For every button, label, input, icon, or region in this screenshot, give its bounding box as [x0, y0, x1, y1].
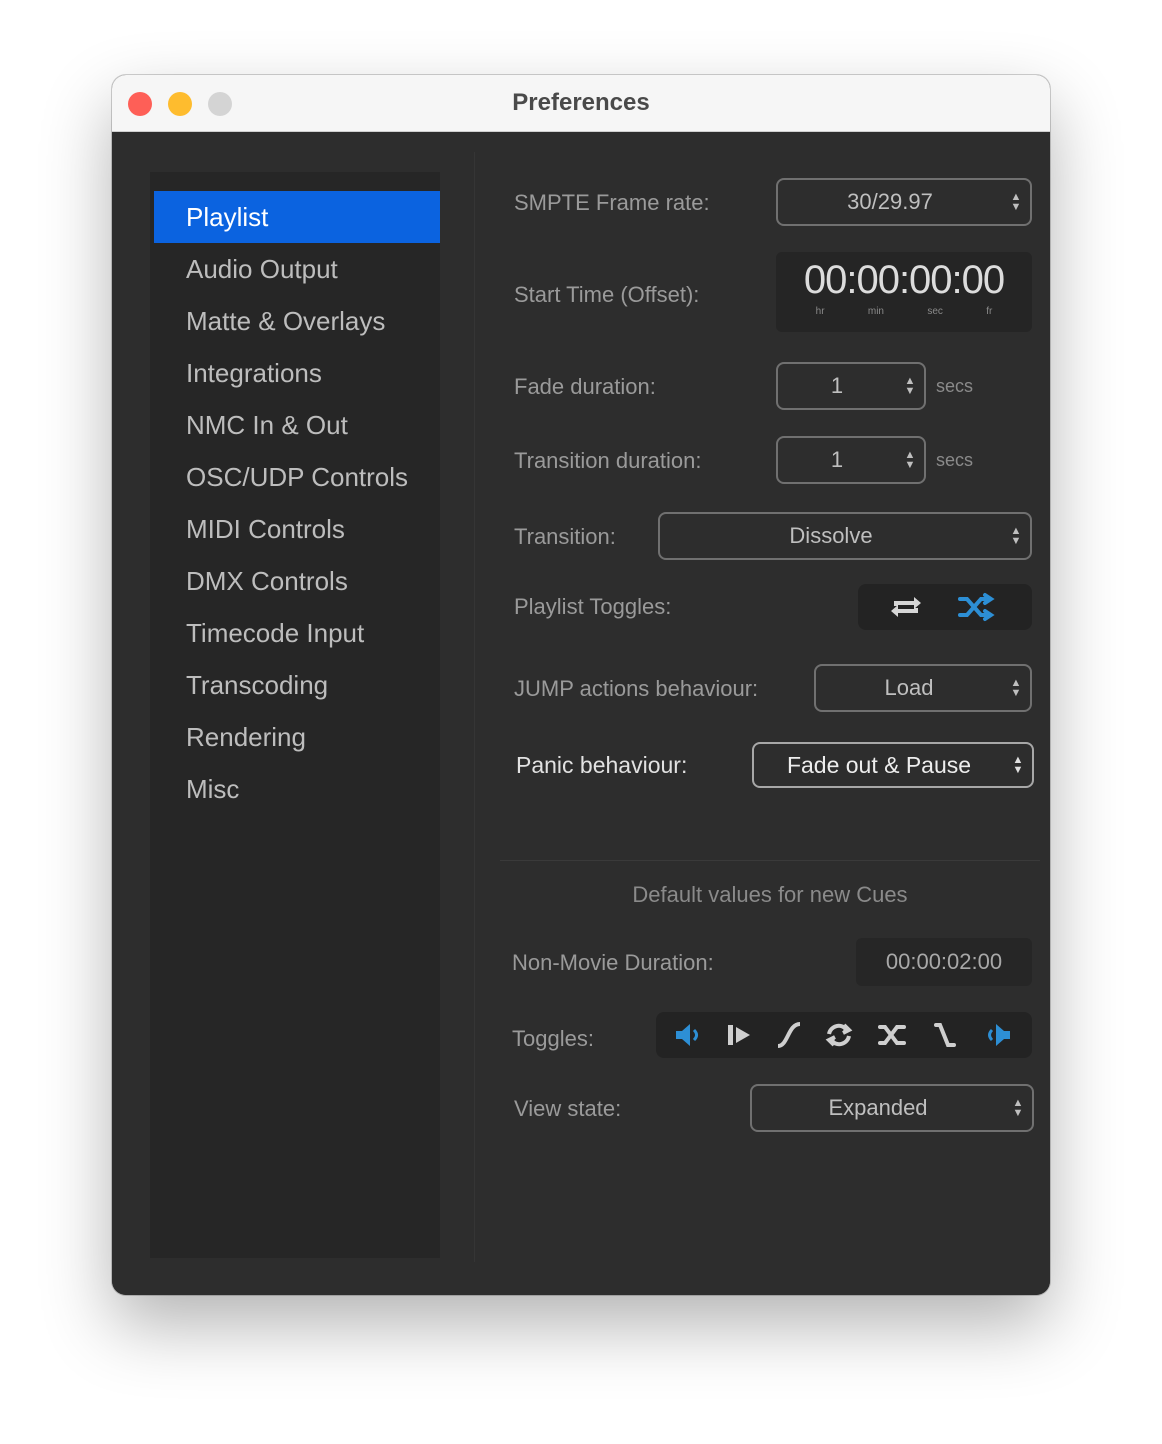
playlist-toggles: [858, 584, 1032, 630]
default-toggles: [656, 1012, 1032, 1058]
sidebar-item-integrations[interactable]: Integrations: [154, 347, 440, 399]
panic-behaviour-value: Fade out & Pause: [786, 751, 972, 778]
fade-duration-label: Fade duration:: [514, 374, 656, 399]
transition-value: Dissolve: [789, 523, 873, 548]
smpte-value: 30/29.97: [847, 189, 933, 214]
start-time-value: 00:00:00:00: [803, 258, 1005, 302]
select-arrows-icon: ▲ ▼: [1012, 754, 1024, 776]
section-divider: [500, 860, 1040, 861]
stepper-arrows-icon[interactable]: ▲ ▼: [904, 450, 916, 471]
sidebar-item-misc[interactable]: Misc: [154, 763, 440, 815]
sidebar-item-nmc[interactable]: NMC In & Out: [154, 399, 440, 451]
fade-duration-stepper[interactable]: 1 ▲ ▼: [776, 362, 926, 410]
select-arrows-icon: ▲ ▼: [1010, 677, 1022, 699]
jump-actions-label: JUMP actions behaviour:: [514, 676, 759, 701]
sidebar-item-playlist[interactable]: Playlist: [154, 191, 440, 243]
window-title: Preferences: [512, 89, 650, 116]
shuffle-icon[interactable]: [944, 584, 1008, 630]
fade-unit: secs: [936, 376, 974, 396]
start-time-field[interactable]: 00:00:00:00 hr min sec fr: [776, 252, 1032, 332]
select-arrows-icon: ▲ ▼: [1012, 1097, 1024, 1119]
panic-behaviour-label: Panic behaviour:: [516, 752, 688, 778]
view-state-select[interactable]: Expanded ▲ ▼: [750, 1084, 1034, 1132]
audio-in-icon[interactable]: [664, 1012, 714, 1058]
sidebar-item-rendering[interactable]: Rendering: [154, 711, 440, 763]
jump-actions-value: Load: [884, 675, 934, 700]
sidebar-item-midi[interactable]: MIDI Controls: [154, 503, 440, 555]
transition-label: Transition:: [514, 524, 616, 549]
select-arrows-icon: ▲ ▼: [1010, 191, 1022, 213]
play-next-icon[interactable]: [714, 1012, 764, 1058]
preferences-sidebar: Playlist Audio Output Matte & Overlays I…: [150, 172, 440, 1258]
view-state-value: Expanded: [828, 1095, 928, 1120]
loop-icon[interactable]: [814, 1012, 864, 1058]
default-toggles-label: Toggles:: [512, 1026, 594, 1051]
timecode-units: hr min sec fr: [794, 306, 1014, 317]
transition-duration-value: 1: [830, 447, 844, 472]
panel-divider: [474, 152, 475, 1262]
jump-icon[interactable]: [920, 1012, 970, 1058]
playlist-toggles-label: Playlist Toggles:: [514, 594, 672, 619]
sidebar-item-osc-udp[interactable]: OSC/UDP Controls: [154, 451, 440, 503]
shuffle-icon[interactable]: [868, 1012, 918, 1058]
sidebar-item-matte-overlays[interactable]: Matte & Overlays: [154, 295, 440, 347]
fade-duration-value: 1: [830, 373, 844, 398]
jump-actions-select[interactable]: Load ▲ ▼: [814, 664, 1032, 712]
loop-icon[interactable]: [874, 584, 938, 630]
stepper-arrows-icon[interactable]: ▲ ▼: [904, 376, 916, 397]
transition-duration-label: Transition duration:: [514, 448, 702, 473]
view-state-label: View state:: [514, 1096, 622, 1121]
non-movie-duration-field[interactable]: 00:00:02:00: [856, 938, 1032, 986]
defaults-section-title: Default values for new Cues: [632, 882, 908, 907]
unit-sec: sec: [927, 306, 943, 317]
transition-select[interactable]: Dissolve ▲ ▼: [658, 512, 1032, 560]
sidebar-item-dmx[interactable]: DMX Controls: [154, 555, 440, 607]
unit-fr: fr: [986, 306, 993, 317]
start-time-label: Start Time (Offset):: [514, 282, 700, 307]
audio-out-icon[interactable]: [972, 1012, 1022, 1058]
unit-min: min: [867, 306, 884, 317]
sidebar-item-timecode-input[interactable]: Timecode Input: [154, 607, 440, 659]
unit-hr: hr: [815, 306, 825, 317]
non-movie-duration-label: Non-Movie Duration:: [512, 950, 714, 975]
preferences-window: Preferences Playlist Audio Output Matte …: [112, 75, 1050, 1295]
transition-duration-unit: secs: [936, 450, 974, 470]
smpte-label: SMPTE Frame rate:: [514, 190, 710, 215]
preferences-content: Playlist Audio Output Matte & Overlays I…: [112, 132, 1050, 1295]
sidebar-item-audio-output[interactable]: Audio Output: [154, 243, 440, 295]
sidebar-item-transcoding[interactable]: Transcoding: [154, 659, 440, 711]
select-arrows-icon: ▲ ▼: [1010, 525, 1022, 547]
panic-behaviour-select[interactable]: Fade out & Pause ▲ ▼: [752, 742, 1034, 788]
smpte-select[interactable]: 30/29.97 ▲ ▼: [776, 178, 1032, 226]
transition-duration-stepper[interactable]: 1 ▲ ▼: [776, 436, 926, 484]
title-bar: Preferences: [112, 75, 1050, 132]
fade-curve-icon[interactable]: [764, 1012, 814, 1058]
